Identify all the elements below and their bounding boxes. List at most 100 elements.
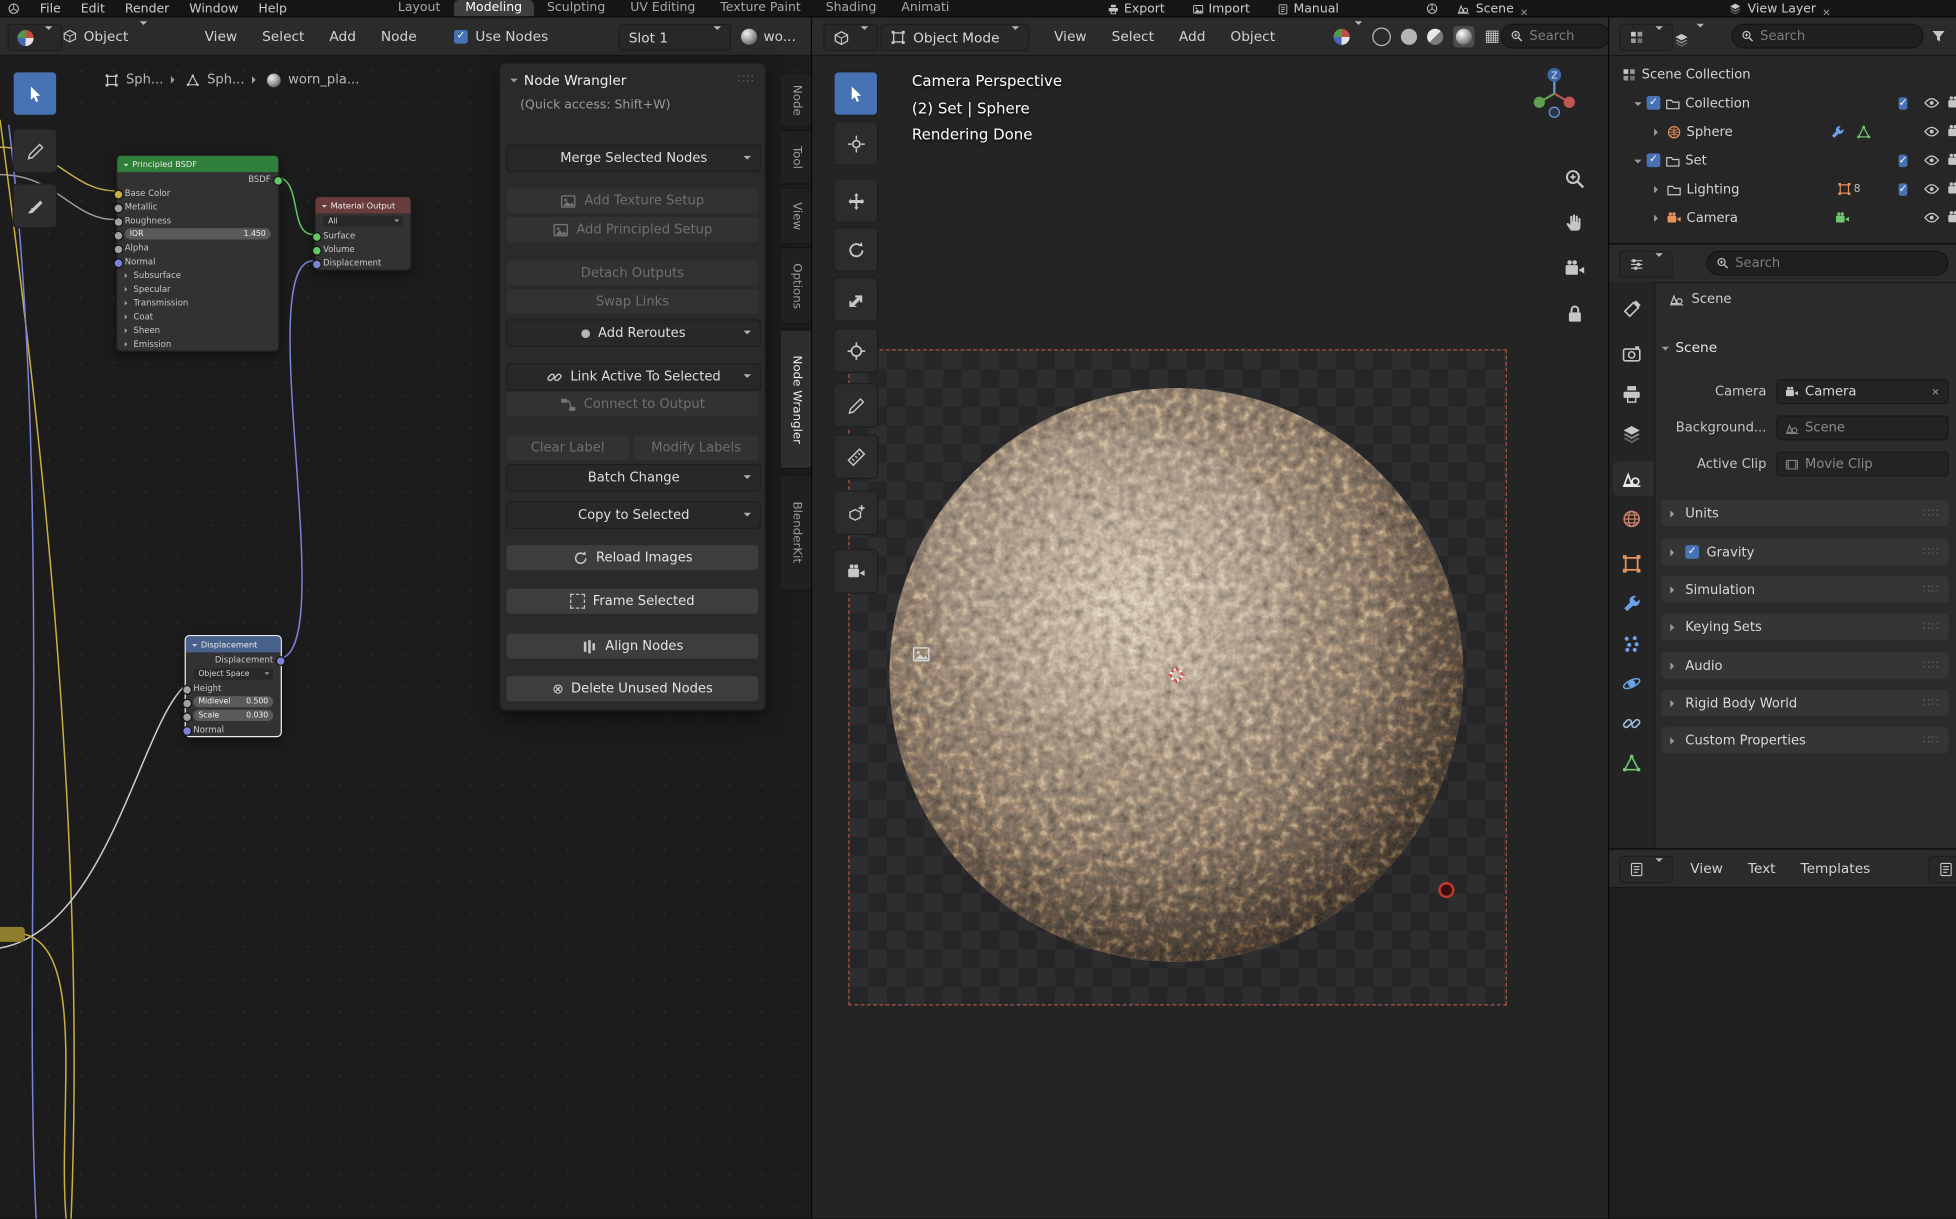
camera-data-icon[interactable] (1835, 210, 1850, 225)
tool-annotate[interactable] (12, 128, 57, 173)
align-nodes-button[interactable]: Align Nodes (506, 634, 758, 659)
outliner-row-lighting[interactable]: Lighting 8 (1609, 175, 1956, 204)
shading-dropdown[interactable] (1334, 24, 1363, 48)
sidebar-tab-node-wrangler[interactable]: Node Wrangler (781, 329, 813, 469)
exclude-checkbox[interactable] (1899, 152, 1908, 168)
section-transmission[interactable]: Transmission (117, 296, 278, 310)
scene-camera-field[interactable]: Camera (1776, 379, 1948, 404)
tab-world[interactable] (1622, 509, 1642, 529)
expand-icon[interactable] (1654, 128, 1661, 135)
section-subsurface[interactable]: Subsurface (117, 268, 278, 282)
socket-scale[interactable] (182, 712, 192, 722)
modify-labels-button[interactable]: Modify Labels (634, 435, 759, 460)
scale-value-field[interactable]: Scale0.030 (193, 710, 273, 721)
socket-displacement-out[interactable] (275, 656, 285, 666)
ior-value-field[interactable]: IOR1.450 (125, 228, 271, 239)
socket-height[interactable] (182, 684, 192, 694)
hide-eye-icon[interactable] (1924, 181, 1940, 197)
tab-uv-editing[interactable]: UV Editing (619, 0, 707, 17)
node-wrangler-panel-header[interactable]: Node Wrangler (510, 70, 755, 90)
zoom-gizmo-icon[interactable] (1564, 168, 1585, 189)
tab-sculpting[interactable]: Sculpting (536, 0, 617, 17)
pan-hand-icon[interactable] (1564, 212, 1585, 233)
node-collapse-icon[interactable] (123, 163, 128, 168)
editor-type-button[interactable] (1619, 251, 1673, 278)
search-input[interactable] (1760, 29, 1913, 44)
display-mode-selector[interactable] (1674, 27, 1704, 51)
socket-bsdf-out[interactable] (273, 175, 283, 185)
tool-scale[interactable] (833, 277, 878, 322)
tab-render[interactable] (1622, 344, 1642, 364)
viewport-3d[interactable]: Camera Perspective (2) Set | Sphere Rend… (812, 17, 1609, 1218)
render-camera-icon[interactable] (1947, 123, 1956, 139)
socket-midlevel[interactable] (182, 698, 192, 708)
slot-selector[interactable]: Slot 1 (619, 24, 731, 51)
tool-select-box[interactable] (12, 71, 57, 116)
tool-cursor[interactable] (833, 121, 878, 166)
socket-metallic[interactable] (113, 203, 123, 213)
tool-transform[interactable] (833, 328, 878, 373)
sidebar-tab-node[interactable]: Node (781, 72, 813, 127)
outliner-row-scene-collection[interactable]: Scene Collection (1609, 60, 1956, 89)
sidebar-tab-blenderkit[interactable]: BlenderKit (781, 474, 813, 591)
menu-render[interactable]: Render (125, 2, 169, 16)
socket-volume[interactable] (311, 245, 321, 255)
new-text-button[interactable] (1929, 856, 1956, 883)
camera-view-icon[interactable] (1564, 258, 1585, 279)
text-menu-view[interactable]: View (1690, 860, 1723, 876)
collection-checkbox[interactable] (1647, 153, 1661, 167)
socket-disp-normal[interactable] (182, 725, 192, 735)
tab-scene[interactable] (1622, 469, 1642, 489)
node-displacement[interactable]: Displacement Displacement Object Space H… (185, 635, 282, 737)
node-collapse-icon[interactable] (192, 644, 197, 649)
modifier-icon[interactable] (1830, 124, 1845, 139)
node-principled-bsdf[interactable]: Principled BSDF BSDF Base Color Metallic… (116, 155, 279, 352)
tool-add-cube[interactable] (833, 490, 878, 535)
viewport-search[interactable] (1501, 24, 1610, 49)
delete-unused-nodes-button[interactable]: ⊗Delete Unused Nodes (506, 676, 758, 701)
socket-roughness[interactable] (113, 216, 123, 226)
use-nodes-checkbox[interactable] (454, 29, 468, 43)
copy-to-selected-menu[interactable]: Copy to Selected (506, 501, 760, 528)
node-collapse-icon[interactable] (322, 204, 327, 209)
collection-checkbox[interactable] (1647, 96, 1661, 110)
panel-rigid-body-world[interactable]: Rigid Body World (1662, 690, 1949, 716)
render-camera-icon[interactable] (1947, 210, 1956, 226)
tab-output[interactable] (1622, 384, 1642, 404)
expand-icon[interactable] (1654, 185, 1661, 192)
sidebar-tab-view[interactable]: View (781, 187, 813, 244)
panel-grip-icon[interactable] (738, 74, 755, 86)
socket-displacement-in[interactable] (311, 259, 321, 269)
sidebar-tab-tool[interactable]: Tool (781, 130, 813, 185)
search-input[interactable] (1529, 29, 1600, 44)
shading-wireframe-icon[interactable] (1372, 27, 1391, 46)
socket-surface[interactable] (311, 231, 321, 241)
lock-view-icon[interactable] (1564, 303, 1585, 324)
reload-images-button[interactable]: Reload Images (506, 545, 758, 570)
properties-search[interactable] (1707, 251, 1949, 276)
midlevel-value-field[interactable]: Midlevel0.500 (193, 696, 273, 707)
outliner-row-camera[interactable]: Camera (1609, 203, 1956, 232)
socket-ior[interactable] (113, 230, 123, 240)
filter-icon[interactable] (1931, 29, 1946, 44)
shading-rendered-toggle[interactable] (1453, 26, 1474, 47)
editor-type-button[interactable] (1619, 856, 1673, 883)
manual-button[interactable]: Manual (1277, 2, 1339, 16)
viewport-menu-select[interactable]: Select (1112, 28, 1154, 44)
offscreen-node-stub[interactable] (0, 927, 25, 942)
shader-menu-select[interactable]: Select (262, 28, 304, 44)
tab-physics[interactable] (1622, 674, 1642, 694)
menu-window[interactable]: Window (189, 2, 238, 16)
swap-links-button[interactable]: Swap Links (506, 289, 758, 314)
menu-help[interactable]: Help (258, 2, 286, 16)
socket-normal[interactable] (113, 258, 123, 268)
render-camera-icon[interactable] (1947, 95, 1956, 111)
viewport-menu-object[interactable]: Object (1230, 28, 1275, 44)
tab-object[interactable] (1622, 554, 1642, 574)
shader-menu-node[interactable]: Node (381, 28, 417, 44)
add-reroutes-menu[interactable]: Add Reroutes (506, 319, 760, 346)
mesh-data-icon[interactable] (1856, 124, 1871, 139)
background-scene-field[interactable]: Scene (1776, 415, 1948, 440)
hide-eye-icon[interactable] (1924, 210, 1940, 226)
panel-units[interactable]: Units (1662, 500, 1949, 526)
